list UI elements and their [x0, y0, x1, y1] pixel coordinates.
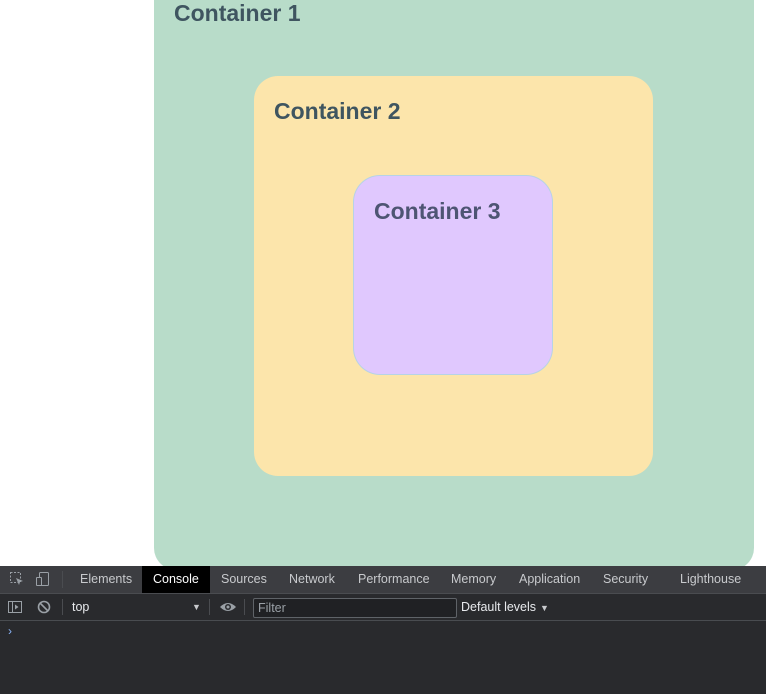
device-toggle-icon[interactable] — [34, 570, 52, 588]
dropdown-arrow-icon[interactable]: ▼ — [192, 594, 201, 620]
devtools-panel: Elements Console Sources Network Perform… — [0, 566, 766, 694]
container-3-title: Container 3 — [374, 198, 501, 224]
tab-security[interactable]: Security — [592, 566, 659, 593]
page-viewport: Container 1 Container 2 Container 3 — [0, 0, 766, 566]
devtools-tab-bar: Elements Console Sources Network Perform… — [0, 566, 766, 594]
container-2: Container 2 Container 3 — [254, 76, 653, 476]
toolbar-divider — [62, 571, 63, 588]
tab-console[interactable]: Console — [142, 566, 210, 593]
tab-lighthouse[interactable]: Lighthouse — [669, 566, 752, 593]
toolbar-divider — [62, 599, 63, 615]
tab-performance[interactable]: Performance — [347, 566, 441, 593]
container-3: Container 3 — [354, 176, 552, 374]
log-levels-label: Default levels — [461, 600, 537, 614]
filter-input[interactable]: Filter — [253, 598, 457, 618]
context-selector[interactable]: top — [72, 594, 89, 620]
tab-application[interactable]: Application — [508, 566, 591, 593]
tab-elements[interactable]: Elements — [69, 566, 143, 593]
eye-icon[interactable] — [219, 598, 237, 616]
container-1: Container 1 Container 2 Container 3 — [154, 0, 754, 566]
tab-sources[interactable]: Sources — [210, 566, 278, 593]
tab-network[interactable]: Network — [278, 566, 346, 593]
toolbar-divider — [244, 599, 245, 615]
sidebar-toggle-icon[interactable] — [6, 598, 24, 616]
log-levels-dropdown[interactable]: Default levels ▼ — [461, 594, 549, 621]
inspect-element-icon[interactable] — [8, 570, 26, 588]
tab-memory[interactable]: Memory — [440, 566, 507, 593]
container-2-title: Container 2 — [274, 98, 401, 124]
console-prompt-icon[interactable]: › — [8, 624, 12, 638]
clear-console-icon[interactable] — [35, 598, 53, 616]
container-1-title: Container 1 — [174, 0, 301, 26]
console-toolbar: top ▼ Filter Default levels ▼ — [0, 594, 766, 621]
dropdown-arrow-icon: ▼ — [540, 603, 549, 613]
toolbar-divider — [209, 599, 210, 615]
